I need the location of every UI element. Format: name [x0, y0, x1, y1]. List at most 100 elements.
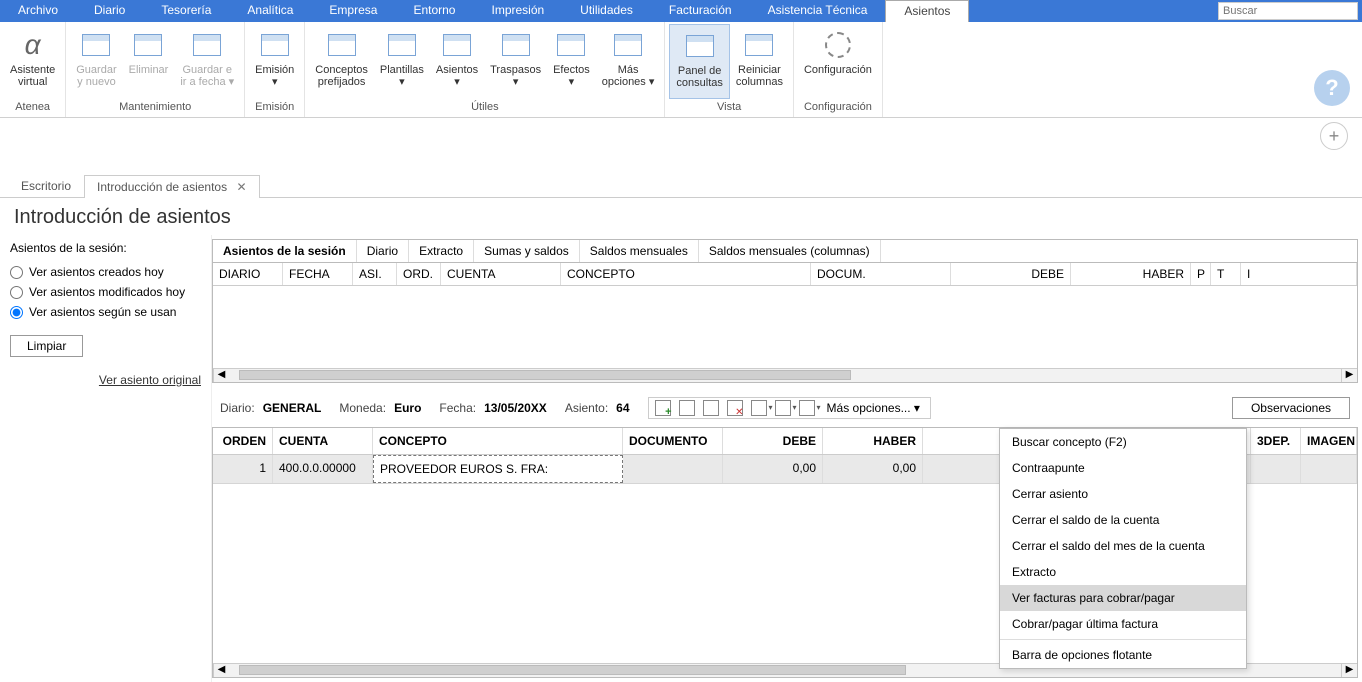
col-i[interactable]: I	[1241, 263, 1357, 285]
col-debe[interactable]: DEBE	[951, 263, 1071, 285]
add-tab-button[interactable]: +	[1320, 122, 1348, 150]
close-tab-icon[interactable]: ✕	[236, 180, 246, 194]
guardar-y-nuevo-button[interactable]: Guardar y nuevo	[70, 24, 122, 99]
inner-tab-sumas-saldos[interactable]: Sumas y saldos	[474, 240, 580, 262]
scroll-right-button[interactable]: ▶	[1341, 664, 1357, 677]
panel-de-consultas-button[interactable]: Panel de consultas	[669, 24, 729, 99]
inner-tab-asientos-sesion[interactable]: Asientos de la sesión	[213, 240, 357, 262]
session-grid-hscroll[interactable]: ◀ ▶	[213, 368, 1357, 382]
ver-asiento-original-link[interactable]: Ver asiento original	[10, 373, 201, 387]
menu-utilidades[interactable]: Utilidades	[562, 0, 651, 22]
conceptos-prefijados-button[interactable]: Conceptos prefijados	[309, 24, 374, 99]
col-fecha[interactable]: FECHA	[283, 263, 353, 285]
session-grid-body[interactable]	[213, 286, 1357, 368]
menu-analitica[interactable]: Analítica	[229, 0, 311, 22]
menu-archivo[interactable]: Archivo	[0, 0, 76, 22]
hscroll-thumb[interactable]	[239, 370, 851, 380]
menu-asistencia-tecnica[interactable]: Asistencia Técnica	[750, 0, 886, 22]
menu-contraapunte[interactable]: Contraapunte	[1000, 455, 1246, 481]
menu-cobrar-pagar-ultima-factura[interactable]: Cobrar/pagar última factura	[1000, 611, 1246, 637]
cell-cuenta[interactable]: 400.0.0.00000	[273, 455, 373, 483]
col-debe2[interactable]: DEBE	[723, 428, 823, 454]
col-t[interactable]: T	[1211, 263, 1241, 285]
entry-copy-icon[interactable]	[679, 400, 695, 416]
col-orden[interactable]: ORDEN	[213, 428, 273, 454]
entry-dropdown2-icon[interactable]	[775, 400, 791, 416]
search-input[interactable]	[1223, 5, 1353, 17]
guardar-e-ir-a-fecha-button[interactable]: Guardar e ir a fecha ▾	[174, 24, 240, 99]
col-asi[interactable]: ASI.	[353, 263, 397, 285]
menu-empresa[interactable]: Empresa	[311, 0, 395, 22]
eliminar-button[interactable]: Eliminar	[123, 24, 175, 99]
menu-entorno[interactable]: Entorno	[395, 0, 473, 22]
menu-extracto[interactable]: Extracto	[1000, 559, 1246, 585]
menu-cerrar-saldo-mes-cuenta[interactable]: Cerrar el saldo del mes de la cuenta	[1000, 533, 1246, 559]
emision-button[interactable]: Emisión ▾	[249, 24, 300, 99]
entry-dropdown3-icon[interactable]	[799, 400, 815, 416]
tab-escritorio[interactable]: Escritorio	[8, 174, 84, 197]
col-dep[interactable]: 3DEP.	[1251, 428, 1301, 454]
mas-opciones-ribbon-button[interactable]: Más opciones ▾	[596, 24, 661, 99]
tab-introduccion-de-asientos[interactable]: Introducción de asientos ✕	[84, 175, 260, 198]
col-cuenta[interactable]: CUENTA	[441, 263, 561, 285]
doc-template-icon	[388, 34, 416, 56]
cell-haber[interactable]: 0,00	[823, 455, 923, 483]
col-concepto2[interactable]: CONCEPTO	[373, 428, 623, 454]
entry-paste-icon[interactable]	[703, 400, 719, 416]
configuracion-button[interactable]: Configuración	[798, 24, 878, 99]
asistente-virtual-button[interactable]: α Asistente virtual	[4, 24, 61, 99]
ribbon-group-utiles: Conceptos prefijados Plantillas ▾ Asient…	[305, 22, 665, 117]
mas-opciones-button[interactable]: Más opciones... ▾	[823, 401, 924, 415]
inner-tab-diario[interactable]: Diario	[357, 240, 409, 262]
radio-ver-creados-hoy[interactable]: Ver asientos creados hoy	[10, 265, 201, 279]
col-ord[interactable]: ORD.	[397, 263, 441, 285]
menu-tesoreria[interactable]: Tesorería	[143, 0, 229, 22]
reiniciar-columnas-button[interactable]: Reiniciar columnas	[730, 24, 789, 99]
col-concepto[interactable]: CONCEPTO	[561, 263, 811, 285]
tab-label: Introducción de asientos	[97, 180, 227, 194]
radio-ver-modificados-hoy[interactable]: Ver asientos modificados hoy	[10, 285, 201, 299]
efectos-button[interactable]: Efectos ▾	[547, 24, 596, 99]
menu-barra-opciones-flotante[interactable]: Barra de opciones flotante	[1000, 642, 1246, 668]
entry-delete-icon[interactable]	[727, 400, 743, 416]
col-diario[interactable]: DIARIO	[213, 263, 283, 285]
col-haber2[interactable]: HABER	[823, 428, 923, 454]
plantillas-button[interactable]: Plantillas ▾	[374, 24, 430, 99]
field-asiento: Asiento:64	[565, 401, 630, 415]
inner-tab-saldos-mensuales[interactable]: Saldos mensuales	[580, 240, 699, 262]
menu-cerrar-asiento[interactable]: Cerrar asiento	[1000, 481, 1246, 507]
col-p[interactable]: P	[1191, 263, 1211, 285]
asientos-button[interactable]: Asientos ▾	[430, 24, 484, 99]
entry-add-icon[interactable]	[655, 400, 671, 416]
inner-tab-extracto[interactable]: Extracto	[409, 240, 474, 262]
menu-asientos[interactable]: Asientos	[885, 0, 969, 22]
menu-cerrar-saldo-cuenta[interactable]: Cerrar el saldo de la cuenta	[1000, 507, 1246, 533]
col-docum[interactable]: DOCUM.	[811, 263, 951, 285]
hscroll-thumb[interactable]	[239, 665, 906, 675]
traspasos-button[interactable]: Traspasos ▾	[484, 24, 547, 99]
col-cuenta2[interactable]: CUENTA	[273, 428, 373, 454]
cell-orden[interactable]: 1	[213, 455, 273, 483]
entry-dropdown1-icon[interactable]	[751, 400, 767, 416]
scroll-left-button[interactable]: ◀	[213, 369, 229, 382]
scroll-left-button[interactable]: ◀	[213, 664, 229, 677]
col-imagen[interactable]: IMAGEN	[1301, 428, 1357, 454]
inner-tab-saldos-mensuales-columnas[interactable]: Saldos mensuales (columnas)	[699, 240, 881, 262]
limpiar-button[interactable]: Limpiar	[10, 335, 83, 357]
cell-debe[interactable]: 0,00	[723, 455, 823, 483]
menu-diario[interactable]: Diario	[76, 0, 143, 22]
col-haber[interactable]: HABER	[1071, 263, 1191, 285]
menu-ver-facturas-cobrar-pagar[interactable]: Ver facturas para cobrar/pagar	[1000, 585, 1246, 611]
col-documento[interactable]: DOCUMENTO	[623, 428, 723, 454]
menu-facturacion[interactable]: Facturación	[651, 0, 750, 22]
radio-ver-segun-se-usan[interactable]: Ver asientos según se usan	[10, 305, 201, 319]
scroll-right-button[interactable]: ▶	[1341, 369, 1357, 382]
help-icon[interactable]: ?	[1314, 70, 1350, 106]
search-box[interactable]	[1218, 2, 1358, 20]
cell-documento[interactable]	[623, 455, 723, 483]
hscroll-track[interactable]	[229, 369, 1341, 382]
observaciones-button[interactable]: Observaciones	[1232, 397, 1350, 419]
menu-buscar-concepto[interactable]: Buscar concepto (F2)	[1000, 429, 1246, 455]
cell-concepto[interactable]: PROVEEDOR EUROS S. FRA:	[373, 455, 623, 483]
menu-impresion[interactable]: Impresión	[473, 0, 562, 22]
